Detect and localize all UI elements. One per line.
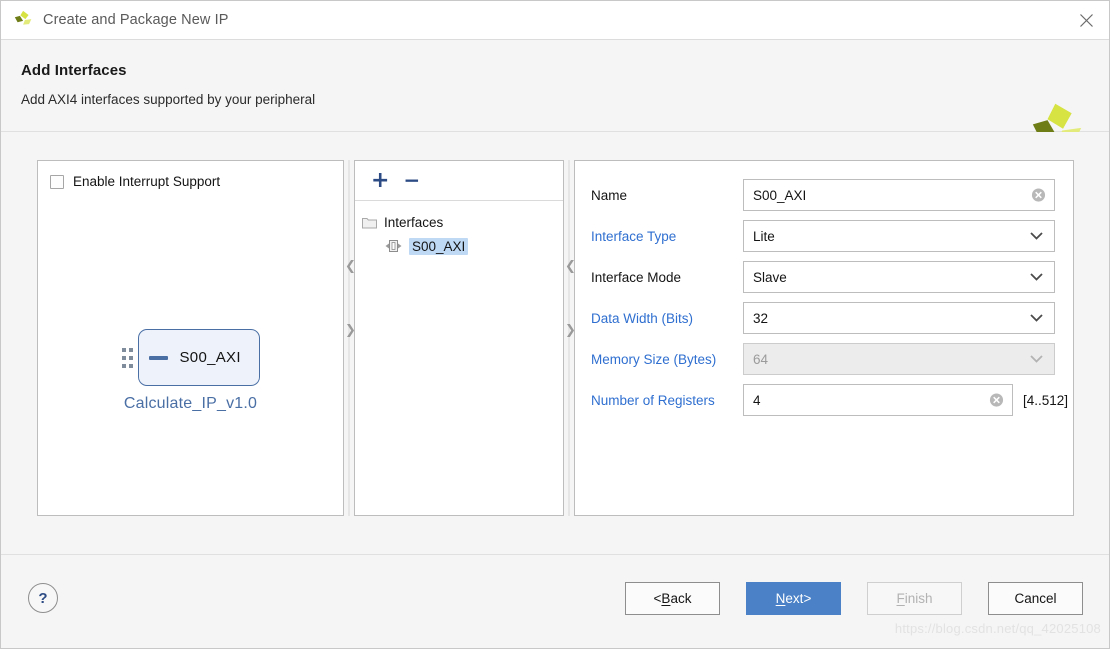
chevron-down-icon bbox=[1030, 232, 1043, 240]
number-of-registers-input[interactable]: 4 bbox=[743, 384, 1013, 416]
ip-port-pins-icon bbox=[121, 347, 133, 368]
form-row-interface-mode: Interface Mode Slave bbox=[591, 261, 1055, 293]
form-row-interface-type: Interface Type Lite bbox=[591, 220, 1055, 252]
back-accel: B bbox=[661, 591, 671, 606]
name-input[interactable]: S00_AXI bbox=[743, 179, 1055, 211]
back-prefix: < bbox=[653, 591, 662, 606]
name-value: S00_AXI bbox=[753, 187, 807, 203]
form-row-memory-size: Memory Size (Bytes) 64 bbox=[591, 343, 1055, 375]
panel-splitter-right[interactable]: ❮ ❯ bbox=[564, 160, 576, 516]
splitter-bar bbox=[568, 160, 570, 516]
interface-mode-value: Slave bbox=[753, 269, 787, 285]
dialog-body: Enable Interrupt Support S00_AXI Calcula… bbox=[1, 132, 1109, 554]
ip-block-port-label: S00_AXI bbox=[179, 349, 241, 366]
splitter-bar bbox=[348, 160, 350, 516]
interface-properties-form: Name S00_AXI Interface Type Lite Interfa… bbox=[575, 161, 1073, 416]
finish-rest: inish bbox=[904, 591, 933, 606]
enable-interrupt-checkbox[interactable] bbox=[50, 174, 64, 189]
tree-node-label: S00_AXI bbox=[409, 237, 469, 255]
chevron-down-icon bbox=[1030, 355, 1043, 363]
form-row-data-width: Data Width (Bits) 32 bbox=[591, 302, 1055, 334]
next-suffix: > bbox=[803, 591, 812, 606]
tree-node-s00-axi[interactable]: S00_AXI bbox=[355, 234, 563, 258]
tree-node-interfaces[interactable]: Interfaces bbox=[355, 210, 563, 234]
enable-interrupt-label: Enable Interrupt Support bbox=[73, 174, 221, 189]
clear-icon[interactable] bbox=[1031, 188, 1046, 203]
close-icon[interactable] bbox=[1063, 1, 1109, 39]
remove-interface-button[interactable]: − bbox=[403, 170, 420, 190]
form-row-number-of-registers: Number of Registers 4 [4..512] bbox=[591, 384, 1068, 416]
dialog-button-group: < Back Next > Finish Cancel bbox=[625, 582, 1083, 615]
data-width-value: 32 bbox=[753, 310, 769, 326]
cancel-label: Cancel bbox=[1014, 591, 1057, 606]
enable-interrupt-row[interactable]: Enable Interrupt Support bbox=[38, 161, 343, 189]
clear-icon[interactable] bbox=[989, 393, 1004, 408]
ip-module-name: Calculate_IP_v1.0 bbox=[123, 395, 258, 412]
interface-type-select[interactable]: Lite bbox=[743, 220, 1055, 252]
title-bar: Create and Package New IP bbox=[1, 1, 1109, 40]
finish-accel: F bbox=[896, 591, 905, 606]
next-accel: N bbox=[775, 591, 786, 606]
xilinx-logo-icon bbox=[14, 10, 32, 25]
memory-size-select: 64 bbox=[743, 343, 1055, 375]
next-button[interactable]: Next > bbox=[746, 582, 841, 615]
back-button[interactable]: < Back bbox=[625, 582, 720, 615]
dialog-header: Add Interfaces Add AXI4 interfaces suppo… bbox=[1, 40, 1109, 147]
tree-toolbar: + − bbox=[355, 161, 563, 201]
data-width-select[interactable]: 32 bbox=[743, 302, 1055, 334]
number-of-registers-value: 4 bbox=[753, 392, 761, 408]
ip-block[interactable]: S00_AXI bbox=[137, 329, 260, 386]
dialog-footer: ? < Back Next > Finish Cancel https://bl… bbox=[1, 554, 1109, 648]
tree-node-label: Interfaces bbox=[384, 214, 444, 230]
memory-size-value: 64 bbox=[753, 351, 769, 367]
page-subtitle: Add AXI4 interfaces supported by your pe… bbox=[21, 92, 316, 107]
label-name: Name bbox=[591, 187, 628, 203]
watermark: https://blog.csdn.net/qq_42025108 bbox=[894, 621, 1101, 636]
label-interface-mode: Interface Mode bbox=[591, 269, 682, 285]
label-interface-type: Interface Type bbox=[591, 228, 677, 244]
chevron-down-icon bbox=[1030, 314, 1043, 322]
ip-preview-panel: Enable Interrupt Support S00_AXI Calcula… bbox=[37, 160, 344, 516]
interfaces-tree: Interfaces S00_AXI bbox=[355, 201, 563, 258]
interface-type-value: Lite bbox=[753, 228, 775, 244]
add-interface-button[interactable]: + bbox=[371, 169, 389, 192]
interface-mode-select[interactable]: Slave bbox=[743, 261, 1055, 293]
axi-port-icon bbox=[148, 355, 168, 360]
cancel-button[interactable]: Cancel bbox=[988, 582, 1083, 615]
label-memory-size: Memory Size (Bytes) bbox=[591, 351, 717, 367]
page-title: Add Interfaces bbox=[21, 62, 127, 79]
interface-icon bbox=[385, 240, 402, 252]
help-button[interactable]: ? bbox=[28, 583, 58, 613]
panel-splitter-left[interactable]: ❮ ❯ bbox=[344, 160, 356, 516]
window-title: Create and Package New IP bbox=[43, 12, 229, 28]
folder-icon bbox=[362, 217, 377, 228]
interfaces-tree-panel: + − Interfaces S00_AXI bbox=[354, 160, 564, 516]
interface-properties-panel: Name S00_AXI Interface Type Lite Interfa… bbox=[574, 160, 1074, 516]
number-of-registers-range: [4..512] bbox=[1023, 392, 1069, 408]
ip-block-diagram: S00_AXI Calculate_IP_v1.0 bbox=[38, 329, 343, 413]
label-number-of-registers: Number of Registers bbox=[591, 392, 715, 408]
next-rest: ext bbox=[785, 591, 804, 606]
finish-button: Finish bbox=[867, 582, 962, 615]
create-package-ip-dialog: Create and Package New IP Add Interfaces… bbox=[0, 0, 1110, 649]
label-data-width: Data Width (Bits) bbox=[591, 310, 694, 326]
form-row-name: Name S00_AXI bbox=[591, 179, 1055, 211]
back-rest: ack bbox=[670, 591, 692, 606]
chevron-down-icon bbox=[1030, 273, 1043, 281]
